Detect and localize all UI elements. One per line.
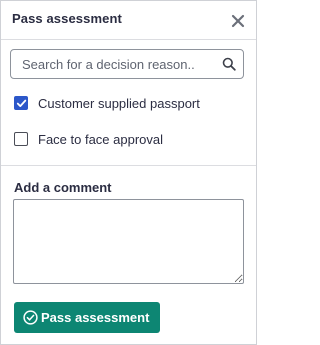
- checkmark-icon: [16, 99, 27, 108]
- checkbox-unchecked[interactable]: [14, 132, 28, 146]
- search-input[interactable]: [11, 50, 216, 78]
- pass-assessment-button[interactable]: Pass assessment: [14, 302, 160, 333]
- close-button[interactable]: [230, 13, 246, 29]
- search-box: [10, 49, 244, 79]
- reason-option-face-to-face-approval[interactable]: Face to face approval: [14, 131, 249, 149]
- pass-assessment-panel: Pass assessment Customer supplied passpo…: [0, 0, 257, 345]
- comment-label: Add a comment: [14, 180, 112, 195]
- reason-label: Face to face approval: [38, 132, 164, 147]
- reason-label: Customer supplied passport: [38, 96, 200, 111]
- panel-title: Pass assessment: [12, 11, 122, 26]
- comment-textarea[interactable]: [13, 199, 244, 284]
- check-circle-icon: [23, 310, 38, 325]
- search-icon[interactable]: [222, 57, 236, 71]
- checkbox-checked[interactable]: [14, 96, 28, 110]
- reason-option-customer-supplied-passport[interactable]: Customer supplied passport: [14, 95, 249, 113]
- section-divider: [1, 165, 256, 166]
- panel-header: Pass assessment: [1, 1, 256, 40]
- close-icon: [231, 14, 245, 28]
- pass-assessment-label: Pass assessment: [41, 310, 150, 325]
